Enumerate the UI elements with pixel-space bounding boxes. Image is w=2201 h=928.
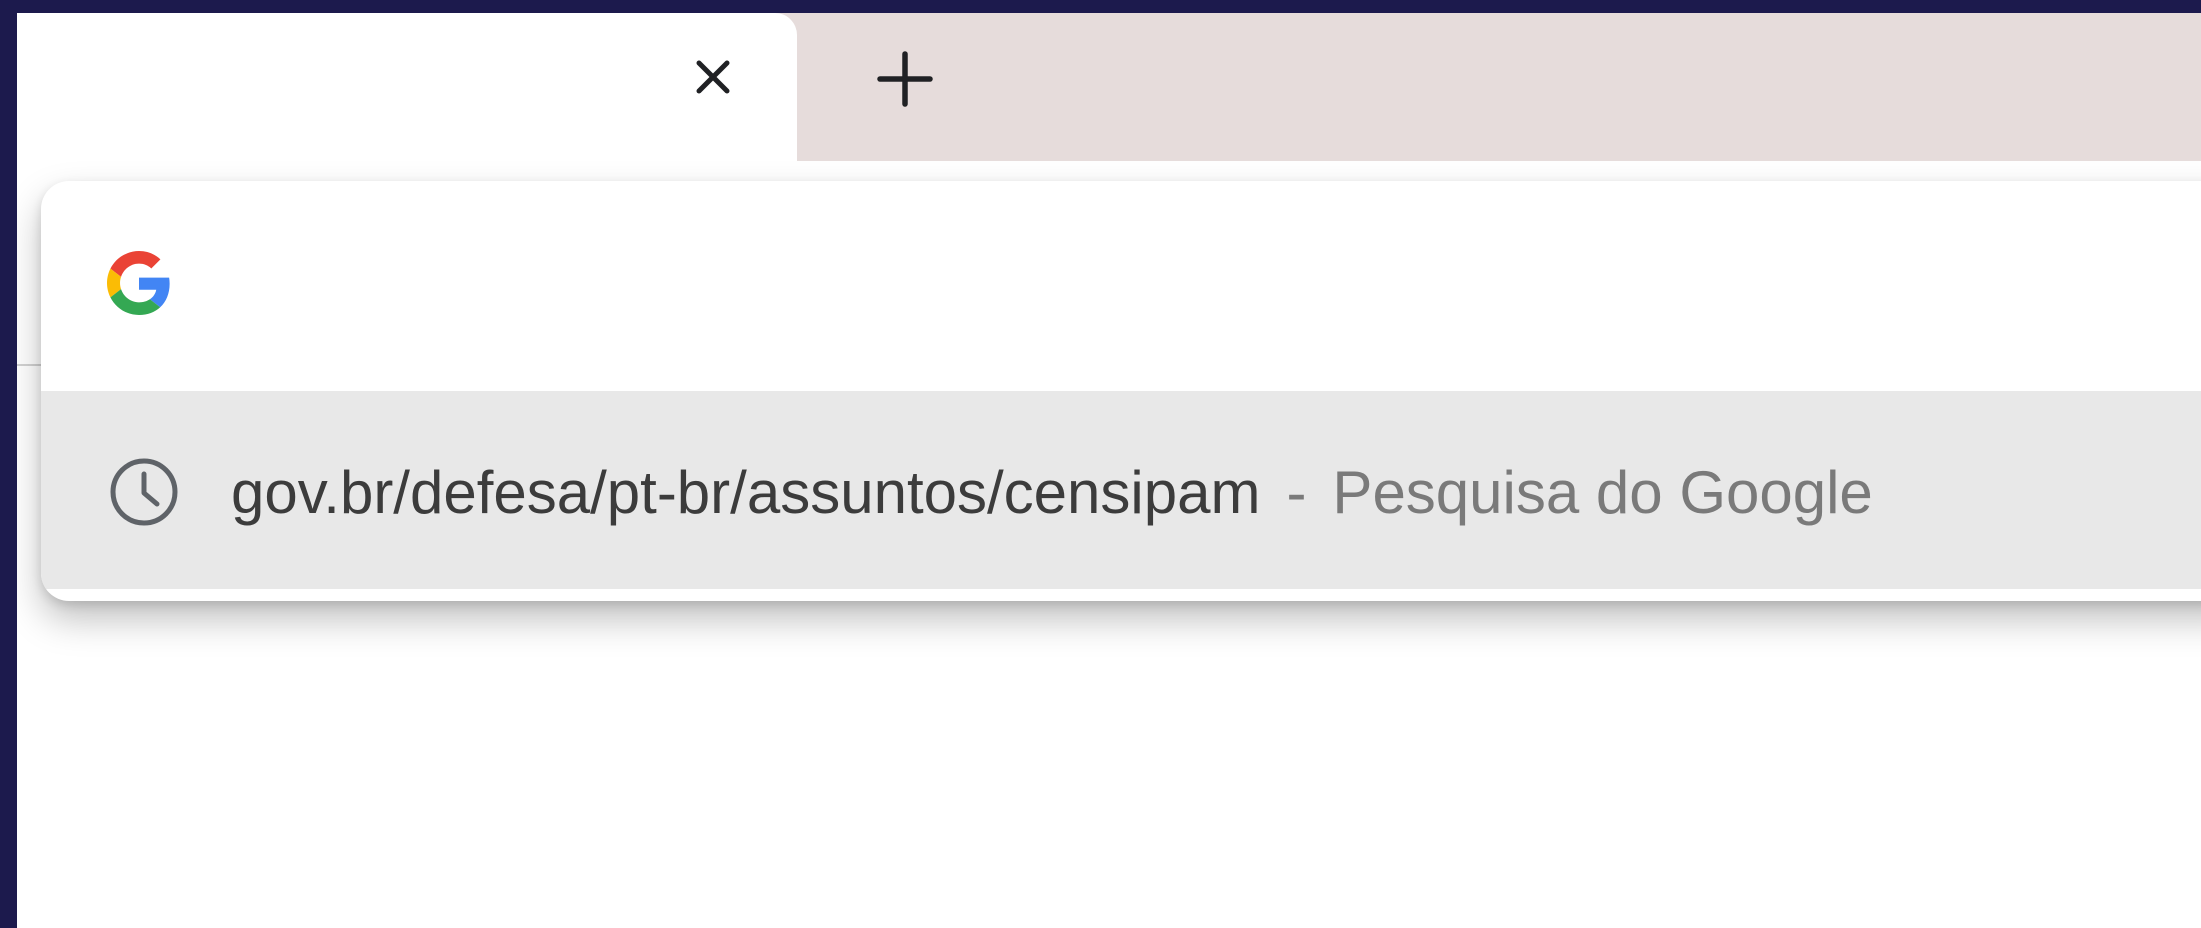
omnibox-input[interactable] <box>231 249 2135 321</box>
browser-window: gov.br/defesa/pt-br/assuntos/censipam - Pe… <box>17 13 2201 928</box>
suggestion-text: gov.br/defesa/pt-br/assuntos/censipam - Pe… <box>231 457 1873 529</box>
suggestion-query: gov.br/defesa/pt-br/assuntos/censipam <box>231 459 1261 526</box>
close-icon <box>696 60 730 94</box>
active-tab[interactable] <box>17 13 797 173</box>
suggestion-separator: - <box>1286 459 1307 526</box>
page-content: gov.br/defesa/pt-br/assuntos/censipam - Pe… <box>17 161 2201 928</box>
omnibox-suggestion[interactable]: gov.br/defesa/pt-br/assuntos/censipam - Pe… <box>41 391 2201 589</box>
omnibox-dropdown: gov.br/defesa/pt-br/assuntos/censipam - Pe… <box>41 181 2201 601</box>
new-tab-button[interactable] <box>875 49 935 109</box>
screen: gov.br/defesa/pt-br/assuntos/censipam - Pe… <box>0 0 2201 928</box>
omnibox-input-row[interactable] <box>41 181 2201 371</box>
google-g-icon <box>107 251 170 315</box>
tab-close-button[interactable] <box>687 51 739 103</box>
history-clock-icon <box>110 458 178 526</box>
plus-icon <box>877 51 933 107</box>
suggestion-description: Pesquisa do Google <box>1332 459 1873 526</box>
